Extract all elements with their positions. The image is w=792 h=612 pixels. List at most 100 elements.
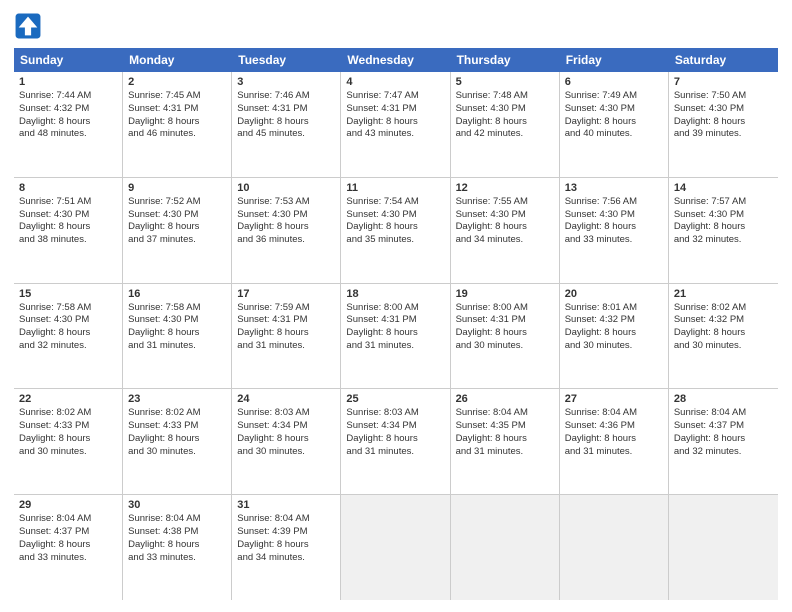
calendar-cell: 8 Sunrise: 7:51 AMSunset: 4:30 PMDaylight… — [14, 178, 123, 283]
calendar-cell — [451, 495, 560, 600]
day-number: 19 — [456, 288, 554, 300]
cell-content: Sunrise: 8:04 AMSunset: 4:37 PMDaylight:… — [19, 513, 117, 564]
calendar-body: 1Sunrise: 7:44 AMSunset: 4:32 PMDaylight… — [14, 72, 778, 600]
day-number: 24 — [237, 393, 335, 405]
day-number: 28 — [674, 393, 773, 405]
day-number: 12 — [456, 182, 554, 194]
calendar-row-1: 8 Sunrise: 7:51 AMSunset: 4:30 PMDaylight… — [14, 178, 778, 284]
calendar-cell: 30 Sunrise: 8:04 AMSunset: 4:38 PMDayligh… — [123, 495, 232, 600]
calendar-cell: 24 Sunrise: 8:03 AMSunset: 4:34 PMDayligh… — [232, 389, 341, 494]
cell-content: Sunrise: 8:01 AMSunset: 4:32 PMDaylight:… — [565, 302, 663, 353]
calendar-cell: 27 Sunrise: 8:04 AMSunset: 4:36 PMDayligh… — [560, 389, 669, 494]
calendar-cell: 2Sunrise: 7:45 AMSunset: 4:31 PMDaylight… — [123, 72, 232, 177]
cell-content: Sunrise: 7:58 AMSunset: 4:30 PMDaylight:… — [19, 302, 117, 353]
day-number: 31 — [237, 499, 335, 511]
cell-content: Sunrise: 7:46 AMSunset: 4:31 PMDaylight:… — [237, 90, 335, 141]
day-number: 16 — [128, 288, 226, 300]
cell-content: Sunrise: 8:02 AMSunset: 4:33 PMDaylight:… — [128, 407, 226, 458]
calendar-cell: 26 Sunrise: 8:04 AMSunset: 4:35 PMDayligh… — [451, 389, 560, 494]
logo — [14, 12, 46, 40]
day-number: 20 — [565, 288, 663, 300]
cell-content: Sunrise: 7:53 AMSunset: 4:30 PMDaylight:… — [237, 196, 335, 247]
calendar-cell: 1Sunrise: 7:44 AMSunset: 4:32 PMDaylight… — [14, 72, 123, 177]
cell-content: Sunrise: 8:00 AMSunset: 4:31 PMDaylight:… — [346, 302, 444, 353]
cell-content: Sunrise: 7:51 AMSunset: 4:30 PMDaylight:… — [19, 196, 117, 247]
day-number: 10 — [237, 182, 335, 194]
cell-content: Sunrise: 7:56 AMSunset: 4:30 PMDaylight:… — [565, 196, 663, 247]
day-number: 27 — [565, 393, 663, 405]
day-number: 6 — [565, 76, 663, 88]
calendar-header: SundayMondayTuesdayWednesdayThursdayFrid… — [14, 48, 778, 72]
calendar-cell: 19 Sunrise: 8:00 AMSunset: 4:31 PMDayligh… — [451, 284, 560, 389]
day-number: 29 — [19, 499, 117, 511]
calendar-cell — [560, 495, 669, 600]
day-number: 8 — [19, 182, 117, 194]
calendar-cell: 21 Sunrise: 8:02 AMSunset: 4:32 PMDayligh… — [669, 284, 778, 389]
day-number: 21 — [674, 288, 773, 300]
calendar-cell: 29 Sunrise: 8:04 AMSunset: 4:37 PMDayligh… — [14, 495, 123, 600]
day-number: 18 — [346, 288, 444, 300]
calendar-cell: 18 Sunrise: 8:00 AMSunset: 4:31 PMDayligh… — [341, 284, 450, 389]
day-number: 7 — [674, 76, 773, 88]
calendar-cell: 15Sunrise: 7:58 AMSunset: 4:30 PMDayligh… — [14, 284, 123, 389]
logo-icon — [14, 12, 42, 40]
header-cell-thursday: Thursday — [451, 48, 560, 72]
cell-content: Sunrise: 8:03 AMSunset: 4:34 PMDaylight:… — [346, 407, 444, 458]
day-number: 9 — [128, 182, 226, 194]
page: SundayMondayTuesdayWednesdayThursdayFrid… — [0, 0, 792, 612]
cell-content: Sunrise: 8:04 AMSunset: 4:38 PMDaylight:… — [128, 513, 226, 564]
day-number: 22 — [19, 393, 117, 405]
calendar-cell: 11 Sunrise: 7:54 AMSunset: 4:30 PMDayligh… — [341, 178, 450, 283]
cell-content: Sunrise: 7:48 AMSunset: 4:30 PMDaylight:… — [456, 90, 554, 141]
calendar-cell: 25 Sunrise: 8:03 AMSunset: 4:34 PMDayligh… — [341, 389, 450, 494]
calendar-row-4: 29 Sunrise: 8:04 AMSunset: 4:37 PMDayligh… — [14, 495, 778, 600]
calendar-cell: 12Sunrise: 7:55 AMSunset: 4:30 PMDayligh… — [451, 178, 560, 283]
header-cell-saturday: Saturday — [669, 48, 778, 72]
cell-content: Sunrise: 7:50 AMSunset: 4:30 PMDaylight:… — [674, 90, 773, 141]
calendar-cell: 7 Sunrise: 7:50 AMSunset: 4:30 PMDaylight… — [669, 72, 778, 177]
header-cell-wednesday: Wednesday — [341, 48, 450, 72]
day-number: 5 — [456, 76, 554, 88]
calendar-row-0: 1Sunrise: 7:44 AMSunset: 4:32 PMDaylight… — [14, 72, 778, 178]
calendar-cell: 10 Sunrise: 7:53 AMSunset: 4:30 PMDayligh… — [232, 178, 341, 283]
header-cell-friday: Friday — [560, 48, 669, 72]
day-number: 25 — [346, 393, 444, 405]
cell-content: Sunrise: 8:02 AMSunset: 4:32 PMDaylight:… — [674, 302, 773, 353]
calendar-cell: 20 Sunrise: 8:01 AMSunset: 4:32 PMDayligh… — [560, 284, 669, 389]
day-number: 4 — [346, 76, 444, 88]
cell-content: Sunrise: 7:59 AMSunset: 4:31 PMDaylight:… — [237, 302, 335, 353]
cell-content: Sunrise: 8:04 AMSunset: 4:35 PMDaylight:… — [456, 407, 554, 458]
cell-content: Sunrise: 7:47 AMSunset: 4:31 PMDaylight:… — [346, 90, 444, 141]
cell-content: Sunrise: 7:45 AMSunset: 4:31 PMDaylight:… — [128, 90, 226, 141]
cell-content: Sunrise: 8:00 AMSunset: 4:31 PMDaylight:… — [456, 302, 554, 353]
day-number: 26 — [456, 393, 554, 405]
calendar-cell: 17Sunrise: 7:59 AMSunset: 4:31 PMDayligh… — [232, 284, 341, 389]
calendar: SundayMondayTuesdayWednesdayThursdayFrid… — [14, 48, 778, 600]
calendar-cell: 6 Sunrise: 7:49 AMSunset: 4:30 PMDaylight… — [560, 72, 669, 177]
cell-content: Sunrise: 8:04 AMSunset: 4:37 PMDaylight:… — [674, 407, 773, 458]
calendar-cell: 28 Sunrise: 8:04 AMSunset: 4:37 PMDayligh… — [669, 389, 778, 494]
cell-content: Sunrise: 7:52 AMSunset: 4:30 PMDaylight:… — [128, 196, 226, 247]
cell-content: Sunrise: 7:54 AMSunset: 4:30 PMDaylight:… — [346, 196, 444, 247]
calendar-row-3: 22 Sunrise: 8:02 AMSunset: 4:33 PMDayligh… — [14, 389, 778, 495]
day-number: 1 — [19, 76, 117, 88]
cell-content: Sunrise: 8:03 AMSunset: 4:34 PMDaylight:… — [237, 407, 335, 458]
day-number: 23 — [128, 393, 226, 405]
calendar-cell: 13Sunrise: 7:56 AMSunset: 4:30 PMDayligh… — [560, 178, 669, 283]
day-number: 11 — [346, 182, 444, 194]
calendar-cell: 9 Sunrise: 7:52 AMSunset: 4:30 PMDaylight… — [123, 178, 232, 283]
cell-content: Sunrise: 8:02 AMSunset: 4:33 PMDaylight:… — [19, 407, 117, 458]
day-number: 30 — [128, 499, 226, 511]
calendar-cell: 14Sunrise: 7:57 AMSunset: 4:30 PMDayligh… — [669, 178, 778, 283]
calendar-cell: 16Sunrise: 7:58 AMSunset: 4:30 PMDayligh… — [123, 284, 232, 389]
header-cell-sunday: Sunday — [14, 48, 123, 72]
header — [14, 12, 778, 40]
header-cell-monday: Monday — [123, 48, 232, 72]
header-cell-tuesday: Tuesday — [232, 48, 341, 72]
calendar-cell: 3Sunrise: 7:46 AMSunset: 4:31 PMDaylight… — [232, 72, 341, 177]
calendar-cell: 23 Sunrise: 8:02 AMSunset: 4:33 PMDayligh… — [123, 389, 232, 494]
cell-content: Sunrise: 8:04 AMSunset: 4:36 PMDaylight:… — [565, 407, 663, 458]
cell-content: Sunrise: 8:04 AMSunset: 4:39 PMDaylight:… — [237, 513, 335, 564]
cell-content: Sunrise: 7:49 AMSunset: 4:30 PMDaylight:… — [565, 90, 663, 141]
calendar-cell — [341, 495, 450, 600]
